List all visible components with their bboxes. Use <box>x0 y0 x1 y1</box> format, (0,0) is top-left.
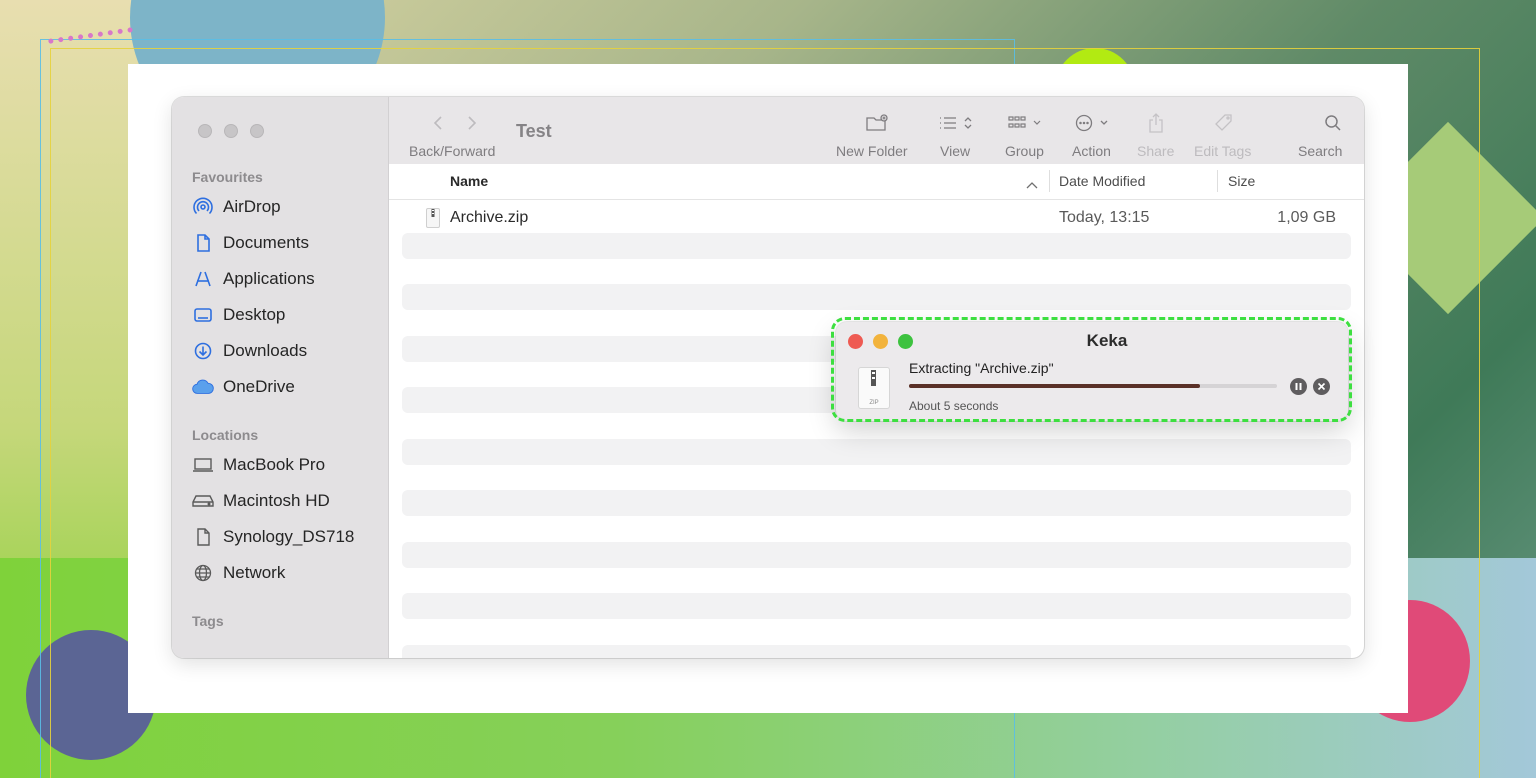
file-size: 1,09 GB <box>1277 209 1336 226</box>
file-name: Archive.zip <box>450 209 529 226</box>
row-stripe <box>402 439 1351 465</box>
new-folder-button[interactable] <box>862 113 892 133</box>
sidebar-item-macintosh-hd[interactable]: Macintosh HD <box>192 488 330 514</box>
sidebar-item-label: Downloads <box>223 341 308 360</box>
document-icon <box>192 526 214 548</box>
file-date-modified: Today, 13:15 <box>1059 209 1150 226</box>
sidebar-item-desktop[interactable]: Desktop <box>192 302 285 328</box>
download-icon <box>192 340 214 362</box>
search-label: Search <box>1298 143 1343 159</box>
close-button[interactable] <box>198 124 212 138</box>
sidebar-item-label: Applications <box>223 269 315 288</box>
forward-button[interactable] <box>463 113 481 133</box>
edit-tags-button[interactable] <box>1213 113 1235 133</box>
back-forward-label: Back/Forward <box>409 143 496 159</box>
sidebar-item-network[interactable]: Network <box>192 560 285 586</box>
column-name[interactable]: Name <box>450 173 488 189</box>
sidebar-item-label: Macintosh HD <box>223 491 330 510</box>
table-row[interactable]: Archive.zip Today, 13:15 1,09 GB <box>389 204 1364 234</box>
share-icon <box>1149 113 1163 133</box>
row-stripe <box>402 645 1351 658</box>
globe-icon <box>192 562 214 584</box>
chevron-left-icon <box>433 116 442 130</box>
more-icon <box>1075 114 1108 132</box>
chevron-right-icon <box>468 116 477 130</box>
row-stripe <box>402 490 1351 516</box>
share-button[interactable] <box>1146 113 1166 133</box>
sidebar-item-label: OneDrive <box>223 377 295 396</box>
sidebar-item-label: Desktop <box>223 305 286 324</box>
sidebar-item-label: AirDrop <box>223 197 281 216</box>
sidebar-item-documents[interactable]: Documents <box>192 230 309 256</box>
group-label: Group <box>1005 143 1044 159</box>
tags-heading: Tags <box>192 613 224 629</box>
group-icon <box>1008 116 1041 128</box>
sidebar-item-synology[interactable]: Synology_DS718 <box>192 524 354 550</box>
sidebar-item-applications[interactable]: Applications <box>192 266 315 292</box>
sidebar-item-macbook-pro[interactable]: MacBook Pro <box>192 452 325 478</box>
window-title: Test <box>516 121 552 141</box>
column-date-modified[interactable]: Date Modified <box>1059 173 1145 189</box>
group-button[interactable] <box>1006 113 1048 133</box>
sidebar-item-label: Synology_DS718 <box>223 527 355 546</box>
zoom-button[interactable] <box>250 124 264 138</box>
favourites-heading: Favourites <box>192 169 263 185</box>
drive-icon <box>192 490 214 512</box>
search-button[interactable] <box>1323 113 1343 133</box>
sidebar-item-onedrive[interactable]: OneDrive <box>192 374 295 400</box>
row-stripe <box>402 542 1351 568</box>
action-label: Action <box>1072 143 1111 159</box>
tag-icon <box>1215 114 1232 131</box>
file-list: Archive.zip Today, 13:15 1,09 GB <box>389 200 1364 658</box>
sort-ascending-icon <box>1026 176 1038 194</box>
row-stripe <box>402 284 1351 310</box>
sidebar-item-label: Network <box>223 563 286 582</box>
column-header: Name Date Modified Size <box>389 164 1364 200</box>
sidebar-item-downloads[interactable]: Downloads <box>192 338 307 364</box>
back-button[interactable] <box>429 113 447 133</box>
finder-sidebar: Favourites AirDrop Documents Application… <box>172 97 389 658</box>
search-icon <box>1325 115 1341 131</box>
new-folder-icon <box>866 114 888 131</box>
sidebar-item-label: MacBook Pro <box>223 455 326 474</box>
row-stripe <box>402 233 1351 259</box>
action-button[interactable] <box>1074 113 1116 133</box>
airdrop-icon <box>192 196 214 218</box>
sidebar-item-label: Documents <box>223 233 309 252</box>
new-folder-label: New Folder <box>836 143 908 159</box>
finder-toolbar: Back/Forward Test New Folder View Group … <box>389 97 1364 165</box>
share-label: Share <box>1137 143 1175 159</box>
minimize-button[interactable] <box>224 124 238 138</box>
laptop-icon <box>192 454 214 476</box>
applications-icon <box>192 268 214 290</box>
highlight-outline <box>831 317 1352 422</box>
column-separator <box>1049 170 1050 192</box>
document-icon <box>192 232 214 254</box>
locations-heading: Locations <box>192 427 259 443</box>
column-separator <box>1217 170 1218 192</box>
zip-file-icon <box>426 208 440 233</box>
view-button[interactable] <box>937 113 979 133</box>
list-view-icon <box>940 117 972 129</box>
desktop-icon <box>192 304 214 326</box>
view-label: View <box>940 143 971 159</box>
edit-tags-label: Edit Tags <box>1194 143 1252 159</box>
row-stripe <box>402 593 1351 619</box>
column-size[interactable]: Size <box>1228 173 1255 189</box>
cloud-icon <box>192 376 214 398</box>
sidebar-item-airdrop[interactable]: AirDrop <box>192 194 281 220</box>
